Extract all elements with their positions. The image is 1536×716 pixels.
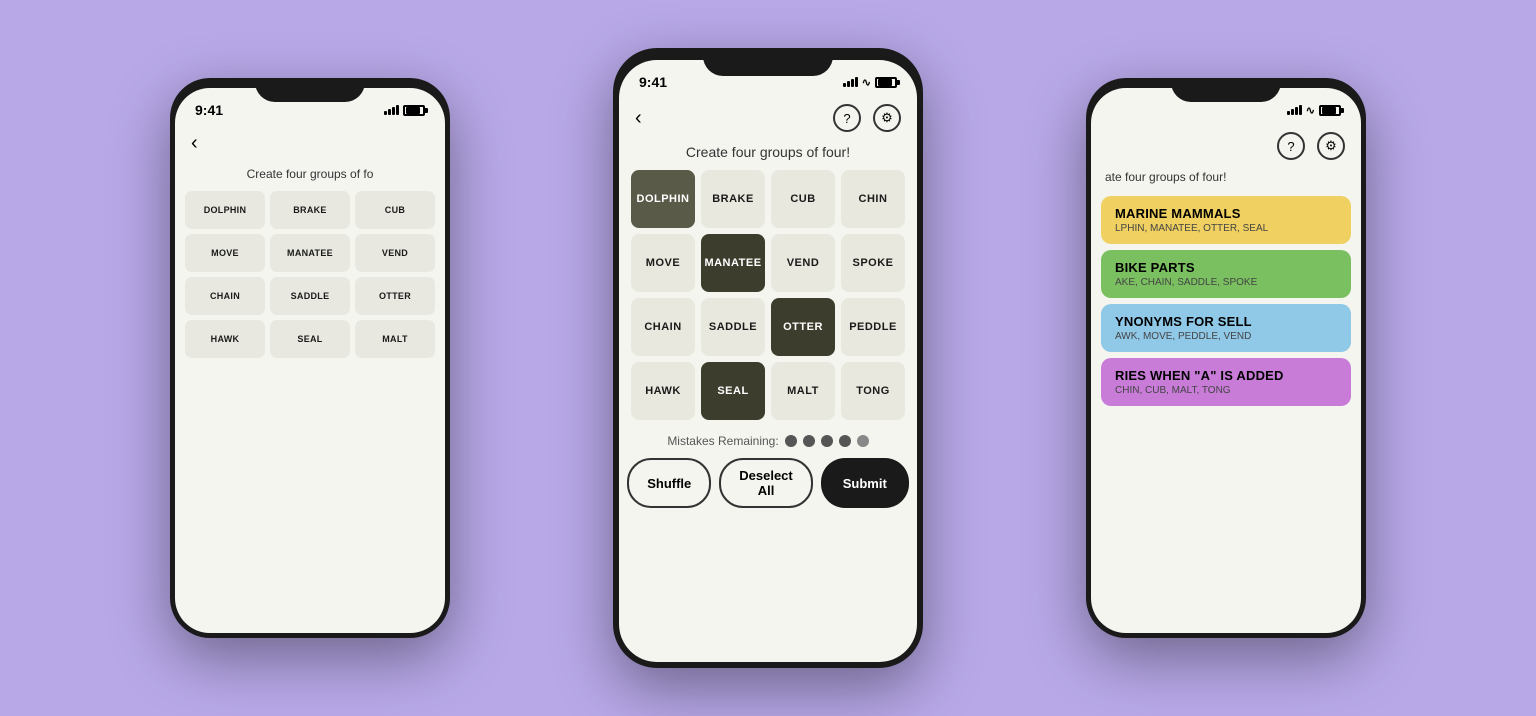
word-tile-center[interactable]: MANATEE <box>701 234 765 292</box>
wifi-icon-right: ∿ <box>1306 104 1315 117</box>
battery-icon-right <box>1319 105 1341 116</box>
word-tile-center[interactable]: OTTER <box>771 298 835 356</box>
category-title: BIKE PARTS <box>1115 260 1337 275</box>
word-tile-center[interactable]: CHAIN <box>631 298 695 356</box>
signal-icon-right <box>1287 105 1302 115</box>
category-words: AWK, MOVE, PEDDLE, VEND <box>1115 331 1337 342</box>
status-icons-center: ∿ <box>843 76 897 89</box>
category-words: AKE, CHAIN, SADDLE, SPOKE <box>1115 277 1337 288</box>
mistake-dot-1 <box>785 435 797 447</box>
phone-right-notch <box>1171 78 1281 102</box>
back-button-center[interactable]: ‹ <box>635 107 642 130</box>
word-tile-center[interactable]: MALT <box>771 362 835 420</box>
category-words: CHIN, CUB, MALT, TONG <box>1115 385 1337 396</box>
categories-list: MARINE MAMMALS LPHIN, MANATEE, OTTER, SEA… <box>1091 196 1361 406</box>
nav-icons-right: ? ⚙ <box>1277 132 1345 160</box>
mistakes-row-center: Mistakes Remaining: <box>619 420 917 458</box>
word-tile-left[interactable]: CUB <box>355 191 435 229</box>
action-buttons-center: Shuffle Deselect All Submit <box>619 458 917 508</box>
back-button-left[interactable]: ‹ <box>191 132 198 155</box>
mistake-dot-3 <box>821 435 833 447</box>
nav-icons-center: ? ⚙ <box>833 104 901 132</box>
nav-bar-center: ‹ ? ⚙ <box>619 96 917 140</box>
word-tile-center[interactable]: VEND <box>771 234 835 292</box>
phone-notch <box>703 48 833 76</box>
help-button-center[interactable]: ? <box>833 104 861 132</box>
phone-center: 9:41 ∿ ‹ ? ⚙ Create <box>613 48 923 668</box>
signal-icon-left <box>384 105 399 115</box>
word-tile-left[interactable]: MALT <box>355 320 435 358</box>
status-icons-left <box>384 105 425 116</box>
phone-left-screen: 9:41 ‹ Create four groups of fo DOLPHINB… <box>175 88 445 633</box>
settings-button-right[interactable]: ⚙ <box>1317 132 1345 160</box>
word-tile-center[interactable]: BRAKE <box>701 170 765 228</box>
category-words: LPHIN, MANATEE, OTTER, SEAL <box>1115 223 1337 234</box>
help-button-right[interactable]: ? <box>1277 132 1305 160</box>
phone-left: 9:41 ‹ Create four groups of fo DOLPHINB… <box>170 78 450 638</box>
word-tile-left[interactable]: BRAKE <box>270 191 350 229</box>
word-tile-center[interactable]: DOLPHIN <box>631 170 695 228</box>
word-tile-center[interactable]: SADDLE <box>701 298 765 356</box>
word-grid-left: DOLPHINBRAKECUB MOVEMANATEEVEND CHAINSADDL… <box>175 191 445 358</box>
word-tile-left[interactable]: OTTER <box>355 277 435 315</box>
word-tile-left[interactable]: HAWK <box>185 320 265 358</box>
word-tile-center[interactable]: MOVE <box>631 234 695 292</box>
wifi-icon-center: ∿ <box>862 76 871 89</box>
nav-bar-left: ‹ <box>175 124 445 163</box>
shuffle-button[interactable]: Shuffle <box>627 458 711 508</box>
word-tile-center[interactable]: CHIN <box>841 170 905 228</box>
category-title: YNONYMS FOR SELL <box>1115 314 1337 329</box>
word-tile-center[interactable]: PEDDLE <box>841 298 905 356</box>
category-card: RIES WHEN "A" IS ADDED CHIN, CUB, MALT, T… <box>1101 358 1351 406</box>
word-tile-center[interactable]: HAWK <box>631 362 695 420</box>
phone-left-notch <box>255 78 365 102</box>
subtitle-left: Create four groups of fo <box>175 163 445 191</box>
category-card: BIKE PARTS AKE, CHAIN, SADDLE, SPOKE <box>1101 250 1351 298</box>
category-card: MARINE MAMMALS LPHIN, MANATEE, OTTER, SEA… <box>1101 196 1351 244</box>
word-tile-center[interactable]: CUB <box>771 170 835 228</box>
word-tile-left[interactable]: CHAIN <box>185 277 265 315</box>
word-tile-left[interactable]: SEAL <box>270 320 350 358</box>
word-tile-left[interactable]: MOVE <box>185 234 265 272</box>
category-card: YNONYMS FOR SELL AWK, MOVE, PEDDLE, VEND <box>1101 304 1351 352</box>
mistake-dot-4 <box>839 435 851 447</box>
phone-center-screen: 9:41 ∿ ‹ ? ⚙ Create <box>619 60 917 662</box>
phone-right-screen: ∿ ? ⚙ ate four groups of four! MARINE MA… <box>1091 88 1361 633</box>
deselect-button[interactable]: Deselect All <box>719 458 812 508</box>
word-grid-center: DOLPHINBRAKECUBCHIN MOVEMANATEEVENDSPOKE C… <box>619 170 917 420</box>
word-tile-left[interactable]: VEND <box>355 234 435 272</box>
word-tile-center[interactable]: TONG <box>841 362 905 420</box>
signal-icon-center <box>843 77 858 87</box>
status-time-left: 9:41 <box>195 102 223 118</box>
mistake-dot-5 <box>857 435 869 447</box>
phone-right: ∿ ? ⚙ ate four groups of four! MARINE MA… <box>1086 78 1366 638</box>
word-tile-left[interactable]: MANATEE <box>270 234 350 272</box>
word-tile-center[interactable]: SEAL <box>701 362 765 420</box>
subtitle-right: ate four groups of four! <box>1091 168 1361 196</box>
submit-button[interactable]: Submit <box>821 458 909 508</box>
nav-bar-right: ? ⚙ <box>1091 124 1361 168</box>
word-tile-left[interactable]: SADDLE <box>270 277 350 315</box>
mistakes-label: Mistakes Remaining: <box>667 434 778 448</box>
settings-button-center[interactable]: ⚙ <box>873 104 901 132</box>
mistake-dot-2 <box>803 435 815 447</box>
status-time-center: 9:41 <box>639 74 667 90</box>
category-title: RIES WHEN "A" IS ADDED <box>1115 368 1337 383</box>
word-tile-left[interactable]: DOLPHIN <box>185 191 265 229</box>
battery-icon-center <box>875 77 897 88</box>
battery-icon-left <box>403 105 425 116</box>
subtitle-center: Create four groups of four! <box>619 140 917 170</box>
word-tile-center[interactable]: SPOKE <box>841 234 905 292</box>
status-icons-right: ∿ <box>1287 104 1341 117</box>
category-title: MARINE MAMMALS <box>1115 206 1337 221</box>
